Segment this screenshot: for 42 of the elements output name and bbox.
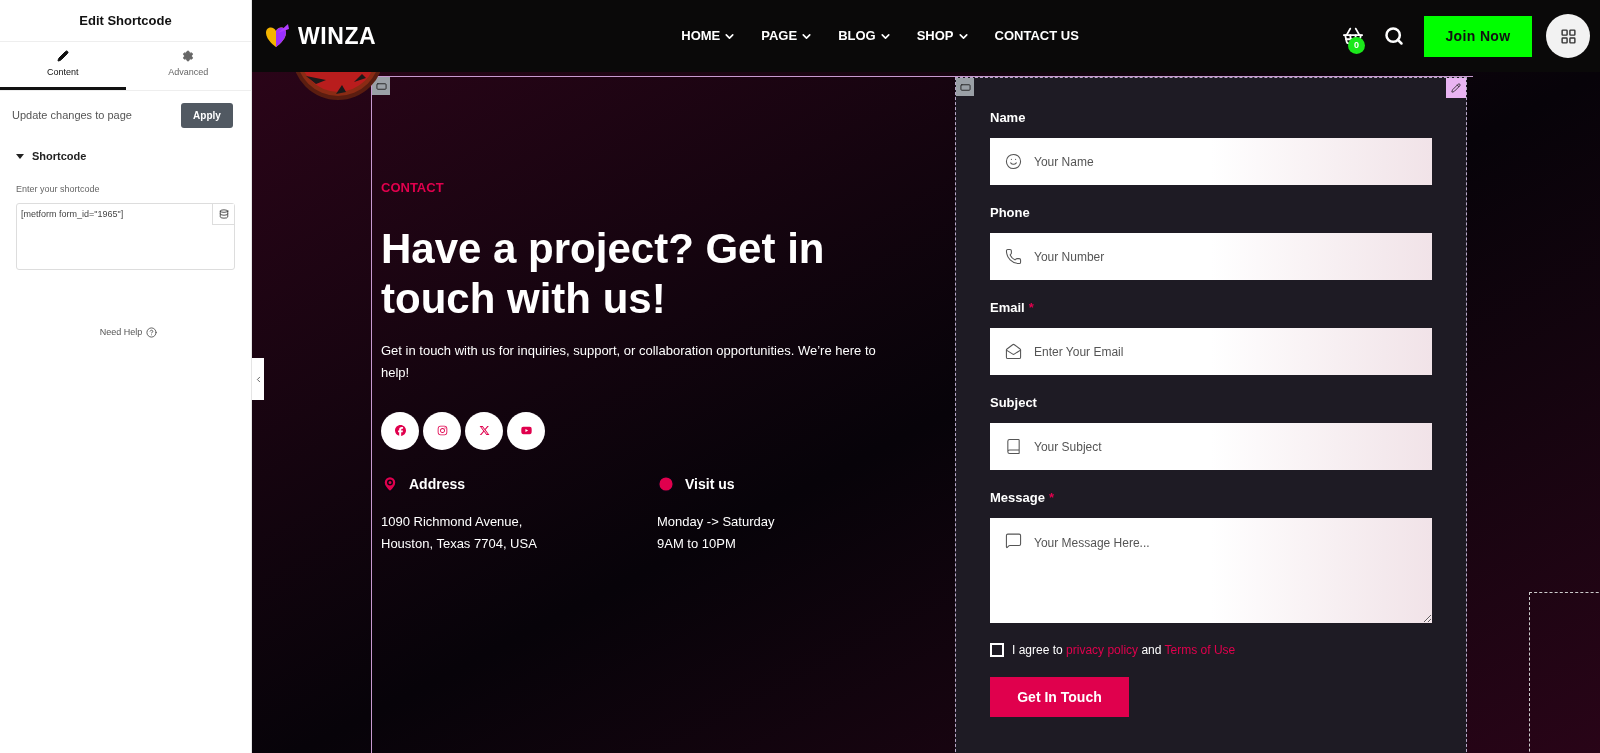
nav-link[interactable]: CONTACT US [994,26,1079,46]
info-title: Address [409,474,466,494]
panel-tab[interactable]: Advanced [125,42,251,90]
field-label: Subject [990,394,1037,411]
message-field[interactable]: Your Message Here... [990,518,1432,623]
nav-link[interactable]: HOME [681,26,737,46]
input-field[interactable]: Your Name [990,138,1432,185]
required-mark: * [1028,299,1034,316]
field-label: Email [990,299,1025,316]
submit-button[interactable]: Get In Touch [990,677,1129,717]
section-eyebrow: CONTACT [381,179,445,197]
input-field[interactable]: Your Subject [990,423,1432,470]
nav-link[interactable]: SHOP [916,26,970,46]
field-label: Message [990,489,1045,506]
policy-link[interactable]: Terms of Use [1164,643,1236,657]
nav-link[interactable]: PAGE [761,26,814,46]
panel-tab[interactable]: Content [0,42,126,90]
section-description: Get in touch with us for inquiries, support, or collaboration opportunities. We’re here to help! [381,341,877,382]
section-heading: Have a project? Get in touch with us! [381,223,826,324]
info-text: 1090 Richmond Avenue, [381,512,524,531]
nav-link[interactable]: BLOG [838,26,892,46]
shortcode-field[interactable]: [metform form_id="1965"] [16,203,235,270]
site-logo[interactable]: WINZA [298,18,377,54]
panel-title: Edit Shortcode [79,11,172,30]
input-field[interactable]: Your Number [990,233,1432,280]
cart-count-badge: 0 [1348,37,1365,54]
field-label: Phone [990,204,1030,221]
info-text: Monday -> Saturday [657,512,776,531]
join-now-button[interactable]: Join Now [1424,15,1532,57]
info-text: Houston, Texas 7704, USA [381,534,538,553]
required-mark: * [1048,489,1054,506]
update-label: Update changes to page [12,108,132,124]
help-link[interactable]: Need Help [99,326,143,340]
policy-link[interactable]: privacy policy [1066,643,1142,657]
info-title: Visit us [685,474,735,494]
section-toggle[interactable]: Shortcode [0,148,251,165]
field-label: Name [990,109,1026,126]
field-label: Enter your shortcode [15,182,101,196]
info-text: 9AM to 10PM [657,534,737,553]
apply-button[interactable]: Apply [181,103,233,128]
input-field[interactable]: Enter Your Email [990,328,1432,375]
agreement-text: I agree to privacy policy and Terms of Use [1012,642,1236,659]
